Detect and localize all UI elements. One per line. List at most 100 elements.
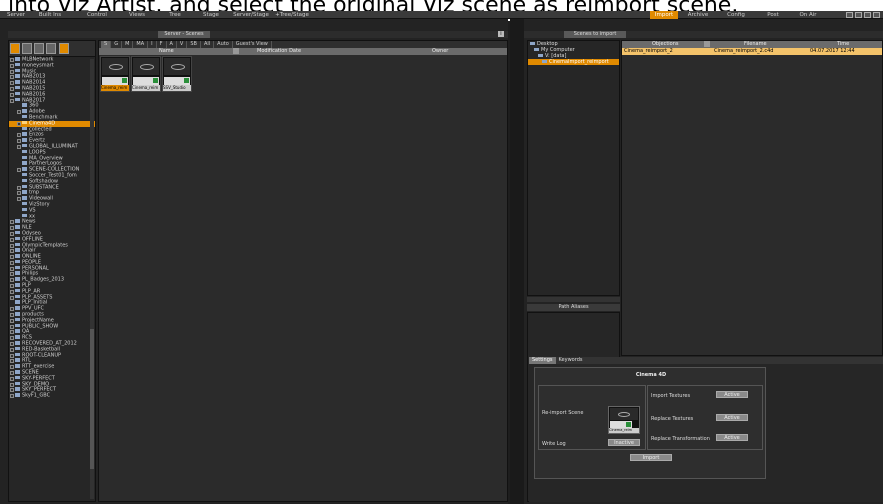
tree-folder-item[interactable]: SkyF1_GBC xyxy=(9,393,95,399)
filter-a[interactable]: A xyxy=(167,41,177,48)
expand-toggle-icon[interactable] xyxy=(10,237,14,242)
expand-toggle-icon[interactable] xyxy=(10,376,14,381)
project-view-icon[interactable] xyxy=(46,43,56,54)
folder-view-icon[interactable] xyxy=(22,43,32,54)
scene-thumbnail[interactable]: Cinema_reim xyxy=(100,56,130,92)
search-icon[interactable] xyxy=(59,43,69,54)
expand-toggle-icon[interactable] xyxy=(10,324,14,329)
expand-toggle-icon[interactable] xyxy=(10,313,14,318)
expand-toggle-icon[interactable] xyxy=(10,260,14,265)
minimize-icon[interactable] xyxy=(855,12,862,18)
column-filename[interactable]: Filename xyxy=(744,41,767,48)
expand-toggle-icon[interactable] xyxy=(10,98,14,103)
import-tree-scrollbar[interactable] xyxy=(527,297,620,302)
replace-transformation-toggle[interactable]: Active xyxy=(716,434,748,441)
sort-dropdown-icon[interactable] xyxy=(233,48,239,54)
expand-toggle-icon[interactable] xyxy=(10,307,14,312)
menu-server[interactable]: Server xyxy=(2,11,30,19)
expand-toggle-icon[interactable] xyxy=(10,394,14,399)
expand-toggle-icon[interactable] xyxy=(10,58,14,62)
menu-control[interactable]: Control xyxy=(82,11,112,19)
filter-all[interactable]: All xyxy=(201,41,215,48)
tree-scrollbar[interactable] xyxy=(90,59,94,499)
expand-toggle-icon[interactable] xyxy=(10,365,14,370)
tab-scenes-to-import[interactable]: Scenes to import xyxy=(564,31,626,38)
reimport-scene-thumbnail[interactable]: Cinema_reim xyxy=(608,406,640,434)
expand-toggle-icon[interactable] xyxy=(10,289,14,294)
menu-config[interactable]: Config xyxy=(724,11,748,19)
maximize-icon[interactable] xyxy=(864,12,871,18)
expand-toggle-icon[interactable] xyxy=(10,295,14,300)
filter-s[interactable]: S xyxy=(101,41,112,48)
filter-m[interactable]: M xyxy=(122,41,134,48)
filter-f[interactable]: F xyxy=(157,41,167,48)
expand-toggle-icon[interactable] xyxy=(10,318,14,323)
expand-toggle-icon[interactable] xyxy=(10,69,14,74)
expand-toggle-icon[interactable] xyxy=(10,278,14,283)
tab-settings[interactable]: Settings xyxy=(529,357,556,364)
expand-toggle-icon[interactable] xyxy=(10,353,14,358)
expand-toggle-icon[interactable] xyxy=(10,255,14,260)
tab-server-scenes[interactable]: Server - Scenes xyxy=(158,31,210,38)
expand-toggle-icon[interactable] xyxy=(17,144,21,149)
menu-tree-stage[interactable]: +Tree/Stage xyxy=(272,11,312,19)
expand-toggle-icon[interactable] xyxy=(10,359,14,364)
column-time[interactable]: Time xyxy=(837,41,849,48)
filter-v[interactable]: V xyxy=(177,41,188,48)
column-owner[interactable]: Owner xyxy=(432,48,448,55)
expand-toggle-icon[interactable] xyxy=(10,342,14,347)
expand-toggle-icon[interactable] xyxy=(10,231,14,236)
help-icon[interactable] xyxy=(846,12,853,18)
menu-server-stage[interactable]: Server/Stage xyxy=(231,11,271,19)
filter-ma[interactable]: MA xyxy=(133,41,149,48)
expand-toggle-icon[interactable] xyxy=(10,371,14,376)
expand-toggle-icon[interactable] xyxy=(10,226,14,231)
menu-tree[interactable]: Tree xyxy=(164,11,186,19)
menu-on-air[interactable]: On Air xyxy=(796,11,820,19)
expand-toggle-icon[interactable] xyxy=(10,81,14,86)
column-modification-date[interactable]: Modification Date xyxy=(257,48,301,55)
scene-thumbnail[interactable]: SSV_Studio xyxy=(162,56,192,92)
expand-toggle-icon[interactable] xyxy=(10,86,14,91)
expand-toggle-icon[interactable] xyxy=(17,110,21,115)
import-textures-toggle[interactable]: Active xyxy=(716,391,748,398)
import-button[interactable]: Import xyxy=(630,454,672,461)
expand-toggle-icon[interactable] xyxy=(10,243,14,248)
column-objections[interactable]: Objections xyxy=(652,41,679,48)
filter-auto[interactable]: Auto xyxy=(214,41,233,48)
panel-splitter[interactable] xyxy=(510,19,524,504)
filter-i[interactable]: I xyxy=(148,41,157,48)
menu-archive[interactable]: Archive xyxy=(684,11,712,19)
expand-toggle-icon[interactable] xyxy=(10,92,14,97)
expand-toggle-icon[interactable] xyxy=(10,75,14,80)
info-button[interactable]: i xyxy=(498,31,504,37)
menu-views[interactable]: Views xyxy=(125,11,149,19)
menu-built-ins[interactable]: Built Ins xyxy=(33,11,67,19)
write-log-toggle[interactable]: Inactive xyxy=(608,439,640,446)
expand-toggle-icon[interactable] xyxy=(10,388,14,393)
expand-toggle-icon[interactable] xyxy=(17,168,21,173)
close-icon[interactable] xyxy=(873,12,880,18)
expand-toggle-icon[interactable] xyxy=(17,133,21,138)
expand-toggle-icon[interactable] xyxy=(10,63,14,68)
expand-toggle-icon[interactable] xyxy=(10,249,14,254)
expand-toggle-icon[interactable] xyxy=(17,185,21,190)
filter-guest-s-view[interactable]: Guest's View xyxy=(233,41,272,48)
expand-toggle-icon[interactable] xyxy=(17,121,21,126)
import-tree-item[interactable]: CinemaImport_reimport xyxy=(528,59,619,65)
column-name[interactable]: Name xyxy=(159,48,174,55)
add-folder-icon[interactable] xyxy=(10,43,20,54)
menu-import[interactable]: Import xyxy=(650,11,678,19)
tab-keywords[interactable]: Keywords xyxy=(556,357,586,364)
scene-thumbnail[interactable]: Cinema_reim xyxy=(131,56,161,92)
expand-toggle-icon[interactable] xyxy=(17,139,21,144)
expand-toggle-icon[interactable] xyxy=(10,382,14,387)
menu-post[interactable]: Post xyxy=(763,11,783,19)
expand-toggle-icon[interactable] xyxy=(10,272,14,277)
expand-toggle-icon[interactable] xyxy=(10,266,14,271)
menu-stage[interactable]: Stage xyxy=(198,11,224,19)
tree-scroll-thumb[interactable] xyxy=(90,329,94,469)
expand-toggle-icon[interactable] xyxy=(10,220,14,225)
filter-g[interactable]: G xyxy=(111,41,123,48)
table-row[interactable]: Cinema_reimport_2 Cinema_reimport_2.c4d … xyxy=(622,48,882,55)
